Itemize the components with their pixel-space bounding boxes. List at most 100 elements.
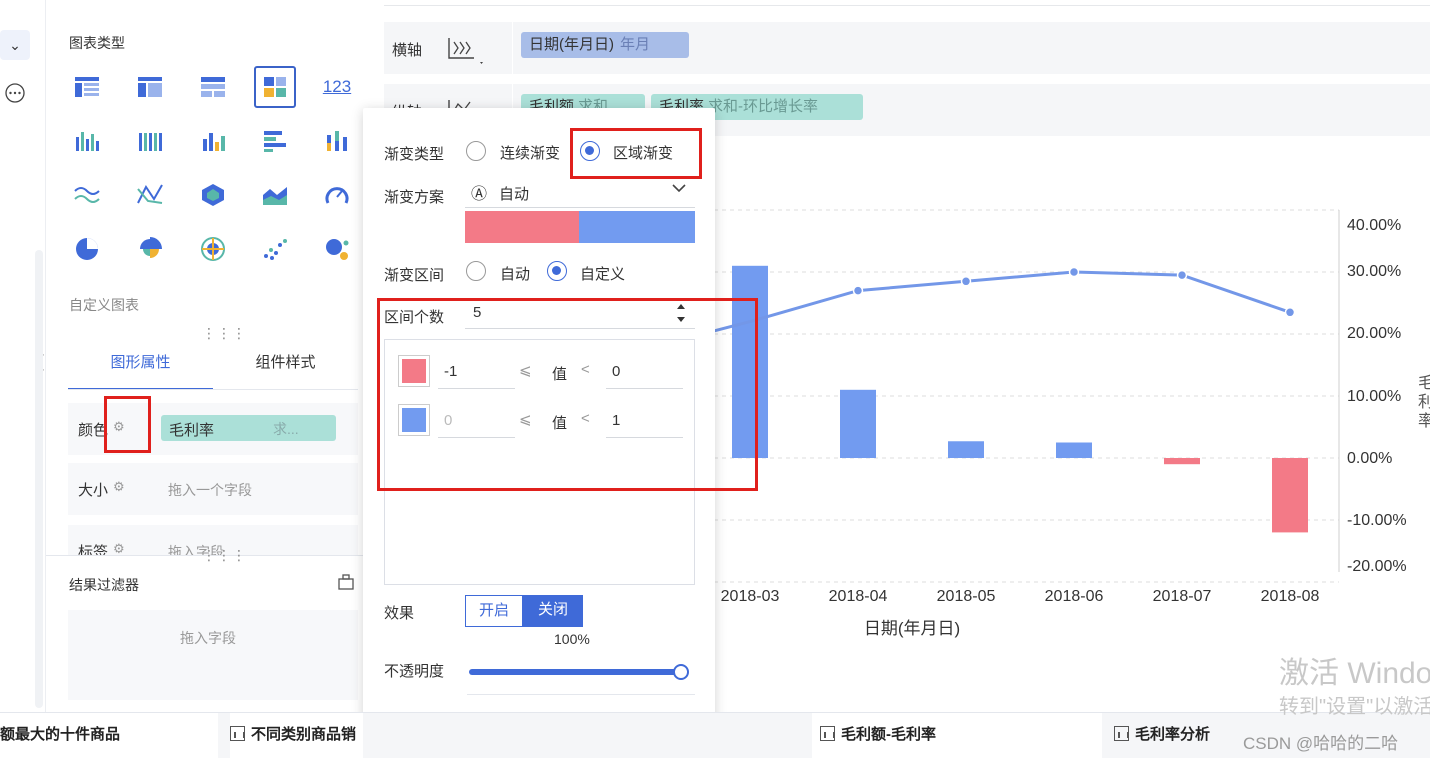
chevron-down-icon <box>671 180 687 199</box>
right-tick-label: -20.00% <box>1347 558 1407 575</box>
sheet-tab-gm-gmr[interactable]: 毛利额-毛利率 <box>812 713 1102 758</box>
bar-2018-06[interactable] <box>1056 442 1092 459</box>
line-point-2018-04[interactable] <box>852 285 864 296</box>
grid-lines <box>714 209 1340 583</box>
x-tick-label: 2018-08 <box>1261 588 1320 605</box>
tab-shape-properties[interactable]: 图形属性 <box>68 348 213 390</box>
x-axis-drop-zone[interactable]: 日期(年月日) 年月 <box>512 22 1430 74</box>
pie-icon[interactable] <box>66 228 108 270</box>
line-wave-icon[interactable] <box>66 174 108 216</box>
stacked-column-icon[interactable] <box>316 120 358 162</box>
bubble-icon[interactable] <box>316 228 358 270</box>
kpi-number: 123 <box>322 77 352 96</box>
rose-icon[interactable] <box>129 228 171 270</box>
sheet-tab-gmr-analysis-label: 毛利率分析 <box>1135 726 1211 743</box>
sheet-tab-top10[interactable]: 额最大的十件商品 <box>0 713 218 758</box>
x-tick-label: 2018-03 <box>721 588 780 605</box>
filter-drop-zone[interactable]: 拖入字段 <box>68 610 358 700</box>
right-axis-title-char: 利 <box>1418 393 1430 411</box>
x-tick-label: 2018-04 <box>829 588 888 605</box>
effect-on-button[interactable]: 开启 <box>465 595 523 627</box>
activation-watermark-line1: 激活 Windo <box>1279 657 1430 690</box>
sheet-tab-category[interactable]: 不同类别商品销 <box>230 713 363 758</box>
left-strip: ⌄ ⋮⋮ <box>0 0 56 712</box>
radio-continuous[interactable] <box>466 141 486 161</box>
gradient-preview <box>465 211 695 243</box>
radio-interval-custom[interactable] <box>547 261 567 281</box>
x-tick-label: 2018-05 <box>937 588 996 605</box>
area-icon[interactable] <box>254 174 296 216</box>
right-tick-label: 0.00% <box>1347 450 1392 467</box>
auto-icon: Ⓐ <box>471 186 488 203</box>
chart-type-title: 图表类型 <box>69 35 125 51</box>
sheet-tab-gm-gmr-label: 毛利额-毛利率 <box>841 726 936 743</box>
opacity-slider-handle[interactable] <box>673 664 689 680</box>
gauge-icon[interactable] <box>316 174 358 216</box>
dots-icon[interactable] <box>254 228 296 270</box>
gradient-scheme-select[interactable]: Ⓐ 自动 <box>465 180 695 208</box>
x-tick-label: 2018-06 <box>1045 588 1104 605</box>
gear-icon[interactable]: ⚙ <box>113 479 125 495</box>
detail-table-icon[interactable] <box>192 66 234 108</box>
color-field-pill[interactable]: 毛利率 求... <box>161 415 336 441</box>
line-point-2018-07[interactable] <box>1176 269 1188 281</box>
table-icon[interactable] <box>66 66 108 108</box>
line-point-2018-06[interactable] <box>1068 266 1080 278</box>
right-tick-label: -10.00% <box>1347 512 1407 529</box>
sheet-tab-gmr-analysis[interactable]: 毛利率分析 <box>1114 713 1254 758</box>
right-tick-label: 30.00% <box>1347 263 1401 280</box>
dashboard-table-icon[interactable] <box>254 66 296 108</box>
line-point-2018-05[interactable] <box>960 276 972 287</box>
gradient-scheme-label: 渐变方案 <box>384 189 445 206</box>
bar-2018-05[interactable] <box>948 441 984 458</box>
activation-watermark-line2: 转到"设置"以激活 <box>1279 696 1430 718</box>
right-axis-title-char: 毛 <box>1418 374 1430 392</box>
radio-interval-custom-label: 自定义 <box>580 266 626 283</box>
radar-icon[interactable] <box>192 228 234 270</box>
multi-bar-icon[interactable] <box>129 120 171 162</box>
x-tick-label: 2018-07 <box>1153 588 1212 605</box>
bar-2018-08[interactable] <box>1272 458 1308 533</box>
config-panel: 图表类型 123 自定义图表 ⋮⋮⋮ 图形属性 组件样式 颜色 ⚙ 毛利率 求.… <box>46 0 366 712</box>
sheet-tab-category-label: 不同类别商品销 <box>251 726 357 743</box>
x-field-pill[interactable]: 日期(年月日) 年月 <box>521 32 689 58</box>
bar-horizontal-icon[interactable] <box>254 120 296 162</box>
right-axis-title: 毛利率 <box>1418 374 1430 430</box>
x-axis-row: 横轴 日期(年月日) 年月 <box>384 22 1430 74</box>
drag-handle[interactable]: ⋮⋮⋮ <box>202 547 247 564</box>
highlight-color-gear <box>104 396 151 453</box>
filter-settings-icon[interactable] <box>337 573 355 594</box>
radio-interval-auto[interactable] <box>466 261 486 281</box>
scatter-cross-icon[interactable] <box>129 174 171 216</box>
custom-chart-link[interactable]: 自定义图表 <box>69 295 139 315</box>
effect-off-button[interactable]: 关闭 <box>523 595 583 627</box>
drag-handle[interactable]: ⋮⋮⋮ <box>202 325 247 342</box>
sheet-tab-top10-label: 额最大的十件商品 <box>0 726 121 743</box>
chevron-down-icon[interactable]: ⌄ <box>0 30 30 60</box>
bar-2018-04[interactable] <box>840 389 876 458</box>
column-icon[interactable] <box>192 120 234 162</box>
tab-divider <box>68 389 358 390</box>
kpi-number-icon[interactable]: 123 <box>316 66 358 108</box>
csdn-credit: CSDN @哈哈的二哈 <box>1243 734 1399 753</box>
gear-icon[interactable]: ⚙ <box>113 541 125 555</box>
top-divider <box>384 0 1430 6</box>
more-icon[interactable] <box>0 78 30 108</box>
scrollbar[interactable] <box>35 250 43 708</box>
highlight-region-gradient <box>570 128 702 179</box>
x-tick-labels: 2018-03 2018-04 2018-05 2018-06 2018-07 2018-… <box>721 588 1320 605</box>
tab-component-style[interactable]: 组件样式 <box>213 348 358 390</box>
gradient-type-label: 渐变类型 <box>384 146 445 163</box>
line-point-2018-08[interactable] <box>1284 307 1296 318</box>
bar-series <box>732 265 1308 533</box>
x-axis-type-icon[interactable] <box>446 34 484 69</box>
chart-sheet-icon <box>230 726 245 741</box>
opacity-value: 100% <box>554 631 590 647</box>
opacity-slider-track[interactable] <box>469 669 683 675</box>
bar-2018-07[interactable] <box>1164 458 1200 465</box>
polygon-icon[interactable] <box>192 174 234 216</box>
y-field-2-agg: 求和-环比增长率 <box>708 98 819 115</box>
size-property-row[interactable]: 大小 ⚙ 拖入一个字段 <box>68 463 358 515</box>
grouped-bar-icon[interactable] <box>66 120 108 162</box>
crosstab-icon[interactable] <box>129 66 171 108</box>
